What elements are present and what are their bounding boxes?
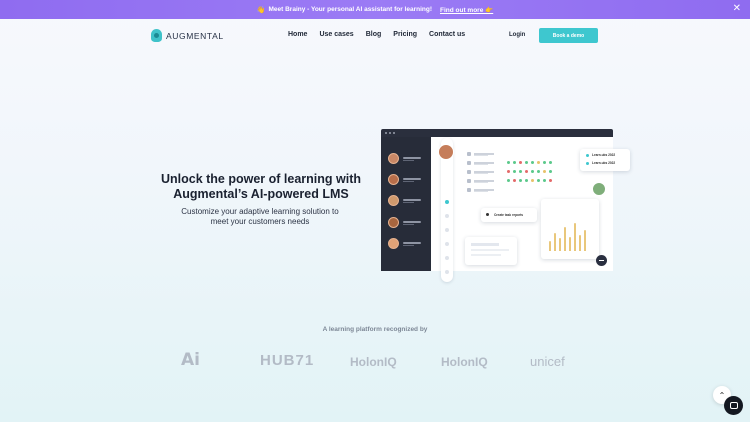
book-demo-button[interactable]: Book a demo xyxy=(539,28,598,43)
ai-logo: Ai xyxy=(181,350,200,370)
avatar xyxy=(592,182,606,196)
avatar xyxy=(438,144,454,160)
table-row xyxy=(467,169,579,175)
main-menu: Home Use cases Blog Pricing Contact us xyxy=(288,31,477,38)
hero-subtitle: Customize your adaptive learning solutio… xyxy=(160,207,360,227)
holoniq-logo-2: HolonIQ xyxy=(441,355,488,369)
nav-home[interactable]: Home xyxy=(288,31,307,38)
hero-subtitle-line-2: meet your customers needs xyxy=(210,217,310,226)
window-bar xyxy=(381,129,613,137)
sidebar-user xyxy=(388,217,428,229)
learn-chips: Learn.ubs 2022 Learn.ubs 2022 xyxy=(580,149,630,171)
avatar xyxy=(388,153,399,164)
hero-title-line-1: Unlock the power of learning with xyxy=(160,172,361,186)
avatar xyxy=(388,238,399,249)
table-row xyxy=(467,187,579,193)
hero-subtitle-line-1: Customize your adaptive learning solutio… xyxy=(181,207,339,216)
wave-icon: 👋 xyxy=(256,6,266,14)
create-task-chip: Create task reports xyxy=(481,208,537,222)
sidebar-user xyxy=(388,174,428,186)
sidebar-user xyxy=(388,238,428,250)
learn-chip-2: Learn.ubs 2022 xyxy=(592,161,616,165)
announcement-text: Meet Brainy - Your personal AI assistant… xyxy=(268,6,432,13)
chevron-up-icon: ⌃ xyxy=(718,390,726,400)
announcement-bar: 👋 Meet Brainy - Your personal AI assista… xyxy=(0,0,750,19)
nav-contact[interactable]: Contact us xyxy=(429,31,465,38)
lesson-card xyxy=(465,237,517,265)
sidebar-user xyxy=(388,195,428,207)
minus-icon xyxy=(596,255,607,266)
hero-title: Unlock the power of learning with Augmen… xyxy=(150,172,372,202)
brand-logo[interactable]: AUGMENTAL xyxy=(151,29,224,42)
product-mockup: Create task reports Learn.ubs 2022 Learn… xyxy=(381,129,630,271)
learn-chip-1: Learn.ubs 2022 xyxy=(592,153,616,157)
nav-pricing[interactable]: Pricing xyxy=(393,31,417,38)
mockup-sidebar xyxy=(381,137,431,271)
table-row xyxy=(467,151,579,157)
close-icon[interactable]: ✕ xyxy=(733,4,741,14)
login-link[interactable]: Login xyxy=(509,32,525,38)
avatar xyxy=(388,217,399,228)
chat-icon xyxy=(729,402,738,409)
nav-use-cases[interactable]: Use cases xyxy=(319,31,353,38)
unicef-logo: unicef xyxy=(530,354,565,369)
avatar xyxy=(388,195,399,206)
hero-title-line-2: Augmental’s AI-powered LMS xyxy=(173,187,349,201)
table-row xyxy=(467,160,579,166)
chart-panel xyxy=(541,199,599,259)
nav-blog[interactable]: Blog xyxy=(366,31,382,38)
brand-name: AUGMENTAL xyxy=(166,30,224,41)
hub71-logo: HUB71 xyxy=(260,352,315,369)
recognition-heading: A learning platform recognized by xyxy=(322,326,428,333)
partner-logos: Ai HUB71 HolonIQ HolonIQ unicef xyxy=(0,350,750,374)
avatar xyxy=(388,174,399,185)
find-out-more-link[interactable]: Find out more 👉 xyxy=(440,6,493,14)
sidebar-user xyxy=(388,153,428,165)
top-nav: AUGMENTAL Home Use cases Blog Pricing Co… xyxy=(0,19,750,53)
chat-button[interactable] xyxy=(724,396,743,415)
holoniq-logo: HolonIQ xyxy=(350,355,397,369)
create-task-label: Create task reports xyxy=(494,213,524,217)
brain-icon xyxy=(151,29,162,42)
table-row xyxy=(467,178,579,184)
